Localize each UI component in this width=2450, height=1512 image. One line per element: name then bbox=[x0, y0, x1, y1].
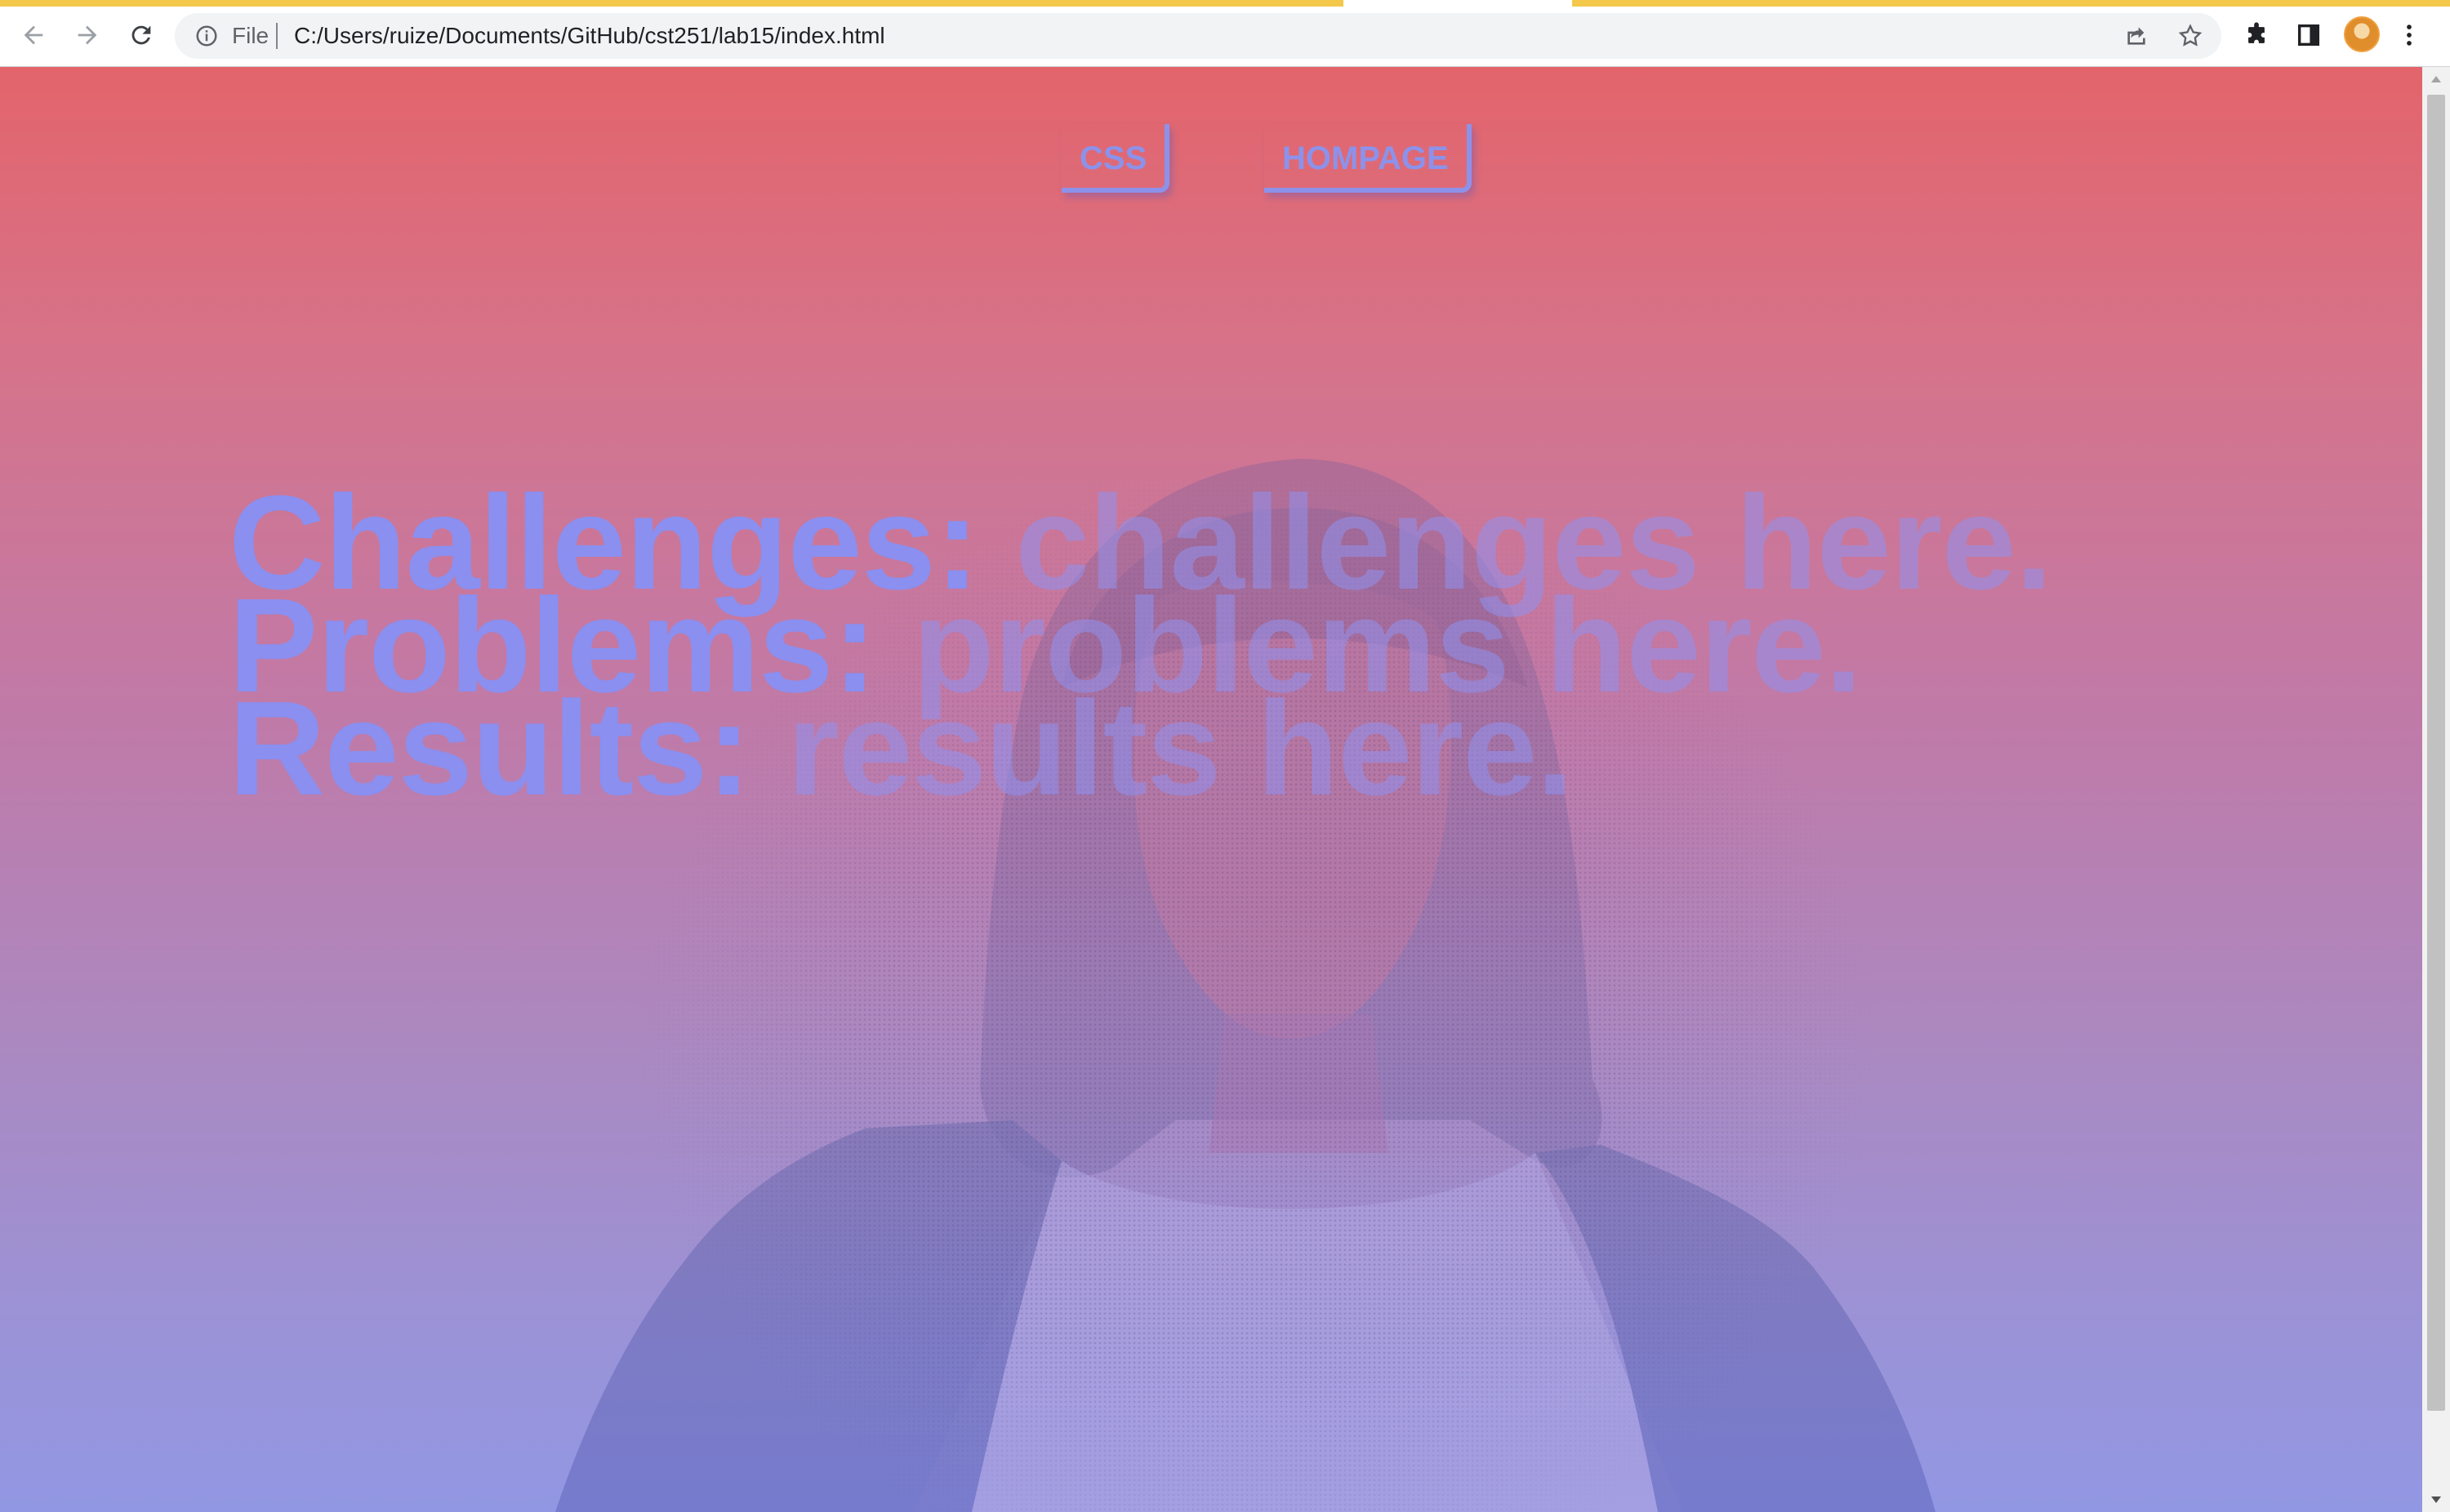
back-arrow-icon bbox=[24, 25, 43, 45]
forward-arrow-icon bbox=[78, 25, 97, 45]
reload-icon bbox=[131, 25, 151, 45]
bookmark-star-button[interactable] bbox=[2176, 21, 2205, 51]
scroll-up-arrow-icon bbox=[2431, 76, 2441, 82]
extensions-button[interactable] bbox=[2236, 15, 2277, 56]
forward-button[interactable] bbox=[67, 15, 108, 56]
page-viewport: CSS HOMPAGE Challenges: challenges here.… bbox=[0, 67, 2422, 1512]
nav-link-homepage[interactable]: HOMPAGE bbox=[1264, 124, 1472, 193]
top-navigation: CSS HOMPAGE bbox=[0, 124, 2422, 198]
results-value: results here. bbox=[786, 674, 1574, 823]
scrollbar-thumb[interactable] bbox=[2427, 95, 2445, 1411]
scroll-down-button[interactable] bbox=[2422, 1488, 2450, 1512]
share-icon bbox=[2127, 27, 2145, 45]
vertical-scrollbar[interactable] bbox=[2422, 67, 2450, 1512]
lab-summary: Challenges: challenges here. Problems: p… bbox=[229, 476, 2270, 816]
tab-strip bbox=[0, 0, 2450, 7]
omnibox-divider bbox=[276, 23, 278, 49]
results-label: Results: bbox=[229, 674, 751, 823]
star-icon bbox=[2178, 24, 2203, 47]
info-icon[interactable] bbox=[194, 24, 219, 48]
kebab-menu-icon bbox=[2407, 24, 2412, 46]
scroll-down-arrow-icon bbox=[2431, 1496, 2441, 1503]
address-bar[interactable]: File C:/Users/ruize/Documents/GitHub/cst… bbox=[175, 13, 2221, 59]
side-panel-icon bbox=[2297, 24, 2320, 47]
back-button[interactable] bbox=[13, 15, 54, 56]
nav-link-css[interactable]: CSS bbox=[1062, 124, 1170, 193]
url-text[interactable]: C:/Users/ruize/Documents/GitHub/cst251/l… bbox=[294, 23, 885, 49]
browser-toolbar: File C:/Users/ruize/Documents/GitHub/cst… bbox=[0, 0, 2450, 67]
share-button[interactable] bbox=[2122, 21, 2151, 51]
browser-menu-button[interactable] bbox=[2393, 15, 2426, 56]
side-panel-button[interactable] bbox=[2288, 15, 2329, 56]
reload-button[interactable] bbox=[121, 15, 162, 56]
scroll-up-button[interactable] bbox=[2422, 67, 2450, 91]
extensions-puzzle-icon bbox=[2248, 22, 2265, 43]
url-scheme-label: File bbox=[232, 23, 270, 48]
results-line: Results: results here. bbox=[229, 682, 2270, 816]
profile-avatar[interactable] bbox=[2344, 16, 2380, 52]
